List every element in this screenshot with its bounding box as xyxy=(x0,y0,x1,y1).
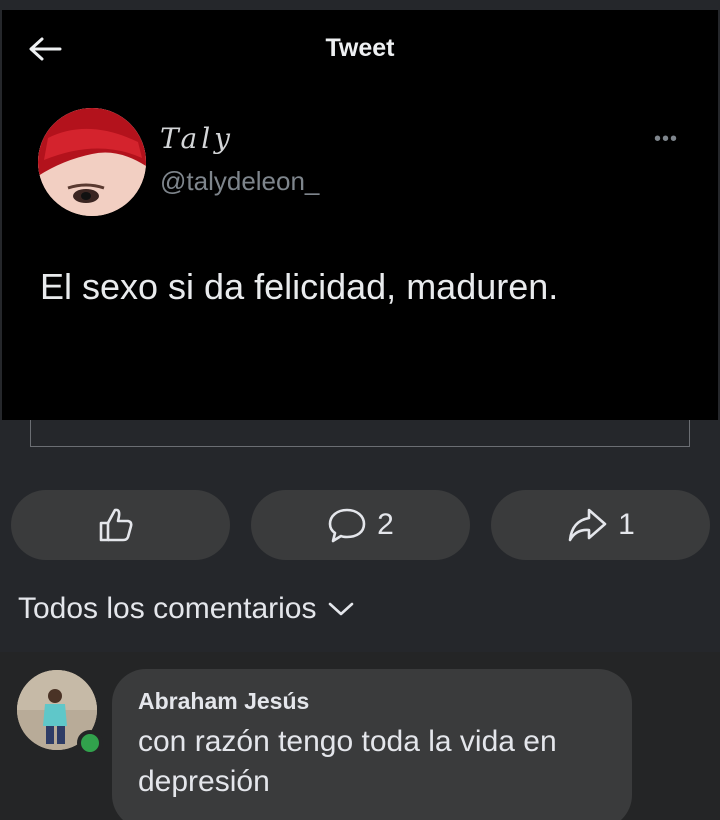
tweet-header-title: Tweet xyxy=(325,34,395,62)
tweet-text: El sexo si da felicidad, maduren. xyxy=(40,266,559,307)
more-options-icon: ••• xyxy=(654,128,679,150)
share-button[interactable]: 1 xyxy=(491,490,710,560)
comment-button[interactable]: 2 xyxy=(251,490,470,560)
online-status-icon xyxy=(77,730,103,756)
tweet-author-name: Taly xyxy=(160,122,234,155)
like-button[interactable] xyxy=(11,490,230,560)
tweet-author-handle: @talydeleon_ xyxy=(160,166,320,196)
share-arrow-icon xyxy=(568,508,607,542)
share-count: 1 xyxy=(618,508,635,541)
comment-bubble-icon xyxy=(328,508,366,543)
chevron-down-icon xyxy=(329,602,354,616)
comments-filter-label: Todos los comentarios xyxy=(18,592,317,625)
tweet-screenshot: Tweet Taly @talydeleon_ ••• El sexo si d… xyxy=(2,10,718,420)
tweet-frame-border xyxy=(30,420,690,447)
shared-tweet-image[interactable]: Tweet Taly @talydeleon_ ••• El sexo si d… xyxy=(0,0,720,450)
thumbs-up-icon xyxy=(99,508,132,542)
comments-filter-dropdown[interactable]: Todos los comentarios xyxy=(18,592,354,626)
commenter-name[interactable]: Abraham Jesús xyxy=(138,688,309,715)
tweet-author-avatar xyxy=(38,108,146,216)
comment-text: con razón tengo toda la vida en depresió… xyxy=(138,725,557,798)
comment-count: 2 xyxy=(377,508,394,541)
